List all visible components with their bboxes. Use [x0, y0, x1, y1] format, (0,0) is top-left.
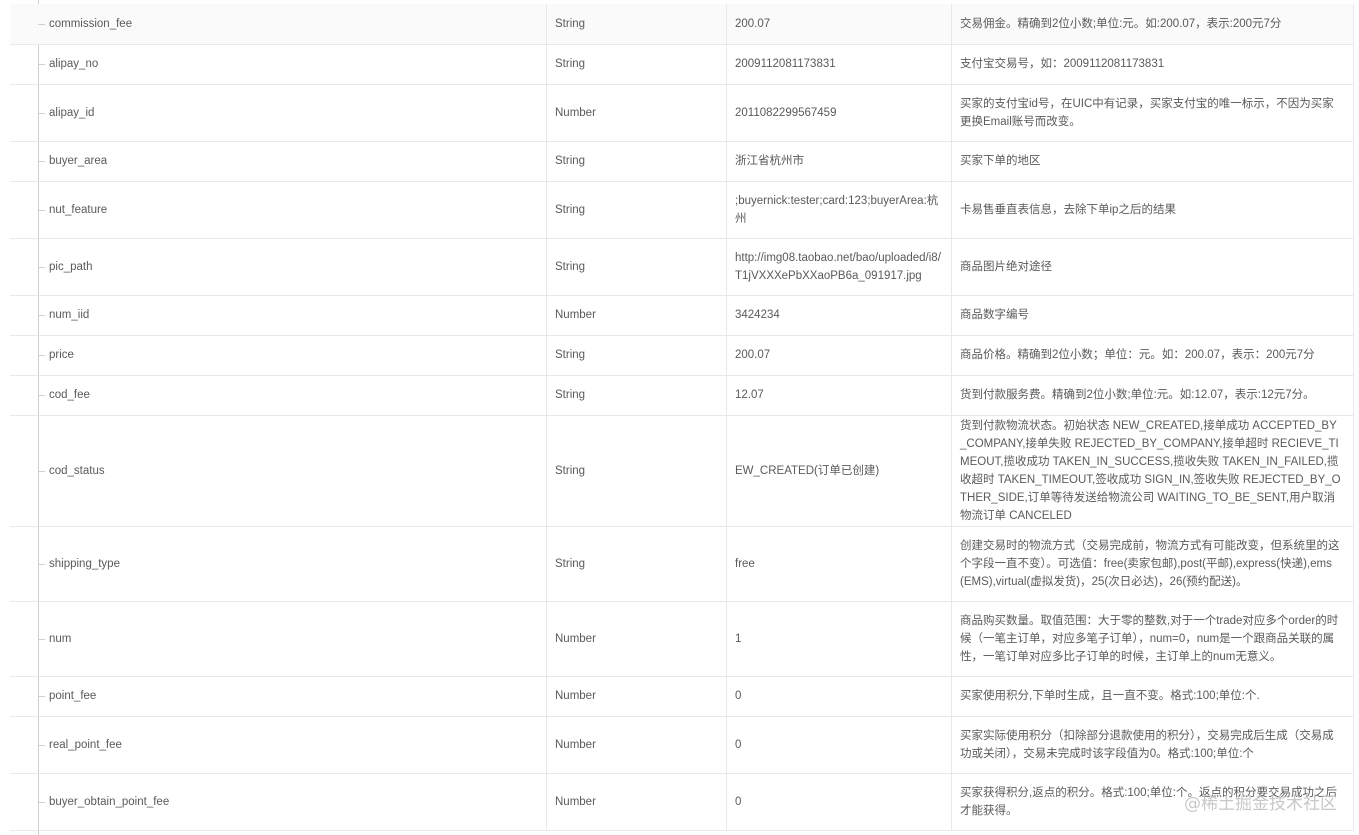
field-name-cell: num: [10, 601, 547, 677]
field-name-cell: pic_path: [10, 238, 547, 296]
table-row: num_iid Number 3424234 商品数字编号: [10, 295, 1354, 336]
field-example-cell: 12.07: [726, 375, 952, 416]
field-description-cell: 创建交易时的物流方式（交易完成前，物流方式有可能改变，但系统里的这个字段一直不变…: [951, 526, 1354, 602]
field-description-cell: 商品数字编号: [951, 295, 1354, 336]
field-name-cell: buyer_obtain_point_fee: [10, 773, 547, 831]
field-description-cell: 买家下单的地区: [951, 141, 1354, 182]
field-type-cell: Number: [546, 676, 727, 717]
field-description-cell: 卡易售垂直表信息，去除下单ip之后的结果: [951, 181, 1354, 239]
field-description-cell: 买家实际使用积分（扣除部分退款使用的积分），交易完成后生成（交易成功或关闭），交…: [951, 716, 1354, 774]
field-table: commission_fee String 200.07 交易佣金。精确到2位小数;单…: [10, 4, 1354, 831]
field-description-cell: 买家获得积分,返点的积分。格式:100;单位:个。返点的积分要交易成功之后才能获…: [951, 773, 1354, 831]
field-type-cell: Number: [546, 601, 727, 677]
field-description-cell: 货到付款物流状态。初始状态 NEW_CREATED,接单成功 ACCEPTED_…: [951, 415, 1354, 527]
table-row: price String 200.07 商品价格。精确到2位小数；单位：元。如：200…: [10, 335, 1354, 376]
field-example-cell: 2011082299567459: [726, 84, 952, 142]
field-type-cell: String: [546, 141, 727, 182]
field-example-cell: 3424234: [726, 295, 952, 336]
field-example-cell: 2009112081173831: [726, 44, 952, 85]
table-row: buyer_area String 浙江省杭州市 买家下单的地区: [10, 141, 1354, 182]
table-row: pic_path String http://img08.taobao.net/ba…: [10, 238, 1354, 296]
field-example-cell: 1: [726, 601, 952, 677]
field-description-cell: 支付宝交易号，如：2009112081173831: [951, 44, 1354, 85]
table-row: alipay_id Number 2011082299567459 买家的支付宝id号…: [10, 84, 1354, 142]
field-type-cell: Number: [546, 716, 727, 774]
field-example-cell: 200.07: [726, 335, 952, 376]
field-type-cell: String: [546, 44, 727, 85]
table-row: alipay_no String 2009112081173831 支付宝交易号，如：…: [10, 44, 1354, 85]
field-description-cell: 商品价格。精确到2位小数；单位：元。如：200.07，表示：200元7分: [951, 335, 1354, 376]
field-name-cell: num_iid: [10, 295, 547, 336]
field-name-cell: cod_fee: [10, 375, 547, 416]
field-example-cell: free: [726, 526, 952, 602]
field-type-cell: Number: [546, 84, 727, 142]
table-row: real_point_fee Number 0 买家实际使用积分（扣除部分退款使用的积…: [10, 716, 1354, 774]
field-name-cell: price: [10, 335, 547, 376]
field-name-cell: real_point_fee: [10, 716, 547, 774]
field-example-cell: 0: [726, 676, 952, 717]
field-name-cell: nut_feature: [10, 181, 547, 239]
table-row: point_fee Number 0 买家使用积分,下单时生成，且一直不变。格式:10…: [10, 676, 1354, 717]
field-type-cell: String: [546, 415, 727, 527]
field-description-cell: 货到付款服务费。精确到2位小数;单位:元。如:12.07，表示:12元7分。: [951, 375, 1354, 416]
field-example-cell: EW_CREATED(订单已创建): [726, 415, 952, 527]
field-type-cell: String: [546, 526, 727, 602]
table-row: cod_fee String 12.07 货到付款服务费。精确到2位小数;单位:元。如…: [10, 375, 1354, 416]
field-name-cell: buyer_area: [10, 141, 547, 182]
field-example-cell: 浙江省杭州市: [726, 141, 952, 182]
table-row: commission_fee String 200.07 交易佣金。精确到2位小数;单…: [10, 4, 1354, 45]
field-name-cell: shipping_type: [10, 526, 547, 602]
field-name-cell: commission_fee: [10, 4, 547, 45]
field-type-cell: String: [546, 181, 727, 239]
field-type-cell: String: [546, 335, 727, 376]
field-description-cell: 商品购买数量。取值范围：大于零的整数,对于一个trade对应多个order的时候…: [951, 601, 1354, 677]
field-example-cell: ;buyernick:tester;card:123;buyerArea:杭州: [726, 181, 952, 239]
field-example-cell: 0: [726, 716, 952, 774]
table-row: shipping_type String free 创建交易时的物流方式（交易完成前，…: [10, 526, 1354, 602]
field-example-cell: 0: [726, 773, 952, 831]
field-type-cell: Number: [546, 773, 727, 831]
field-type-cell: String: [546, 375, 727, 416]
field-example-cell: 200.07: [726, 4, 952, 45]
field-type-cell: String: [546, 4, 727, 45]
field-name-cell: cod_status: [10, 415, 547, 527]
field-type-cell: String: [546, 238, 727, 296]
field-name-cell: alipay_id: [10, 84, 547, 142]
table-row: num Number 1 商品购买数量。取值范围：大于零的整数,对于一个trade对应…: [10, 601, 1354, 677]
table-row: buyer_obtain_point_fee Number 0 买家获得积分,返点的积…: [10, 773, 1354, 831]
table-row: cod_status String EW_CREATED(订单已创建) 货到付款物流状…: [10, 415, 1354, 527]
field-description-cell: 买家使用积分,下单时生成，且一直不变。格式:100;单位:个.: [951, 676, 1354, 717]
table-row: nut_feature String ;buyernick:tester;card:…: [10, 181, 1354, 239]
field-description-cell: 交易佣金。精确到2位小数;单位:元。如:200.07，表示:200元7分: [951, 4, 1354, 45]
field-example-cell: http://img08.taobao.net/bao/uploaded/i8/…: [726, 238, 952, 296]
field-name-cell: point_fee: [10, 676, 547, 717]
field-description-cell: 买家的支付宝id号，在UIC中有记录，买家支付宝的唯一标示，不因为买家更换Ema…: [951, 84, 1354, 142]
field-description-cell: 商品图片绝对途径: [951, 238, 1354, 296]
field-type-cell: Number: [546, 295, 727, 336]
field-name-cell: alipay_no: [10, 44, 547, 85]
